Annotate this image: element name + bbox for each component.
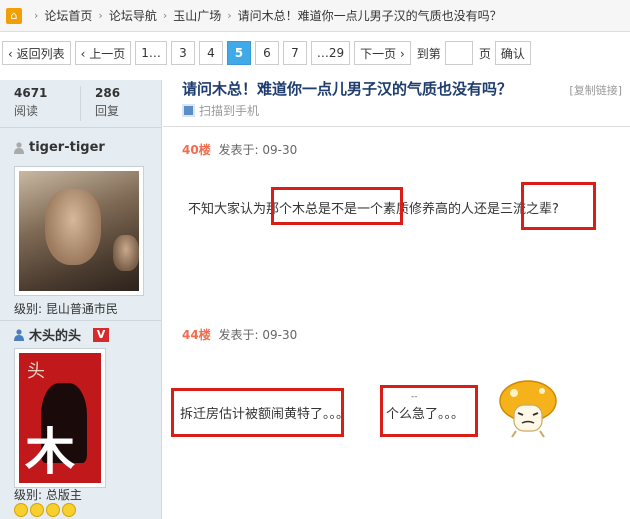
- avatar[interactable]: [14, 166, 144, 296]
- highlight-box: [171, 388, 344, 437]
- post-meta: 44楼 发表于: 09-30: [182, 326, 297, 343]
- view-count: 4671 阅读: [14, 86, 48, 118]
- divider: [163, 126, 630, 127]
- post-time: 发表于: 09-30: [218, 328, 298, 342]
- goto-page-input[interactable]: [444, 41, 473, 65]
- smiley-icon: [30, 503, 44, 517]
- current-page[interactable]: 5: [226, 41, 251, 65]
- user-level: 级别: 总版主: [14, 488, 82, 502]
- author-name[interactable]: 木头的头: [29, 325, 81, 344]
- post-author: 木头的头 V: [14, 325, 110, 344]
- page-link[interactable]: 1…: [135, 41, 167, 65]
- scan-to-phone[interactable]: 扫描到手机: [182, 102, 259, 119]
- post-meta: 40楼 发表于: 09-30: [182, 141, 297, 158]
- smiley-icon: [62, 503, 76, 517]
- page-link[interactable]: 6: [254, 41, 279, 65]
- next-page-button[interactable]: 下一页 ›: [354, 41, 411, 65]
- chevron-right-icon: ›: [227, 9, 232, 22]
- highlight-box: [521, 182, 596, 230]
- floor-number: 40楼: [182, 143, 211, 157]
- pagination: ‹ 返回列表 ‹ 上一页 1… 3 4 5 6 7 …29 下一页 › 到第 页…: [0, 40, 535, 66]
- breadcrumb-current-thread: 请问木总！难道你一点儿男子汉的气质也没有吗？: [237, 9, 502, 23]
- post-time: 发表于: 09-30: [218, 143, 298, 157]
- breadcrumb-forum-nav[interactable]: 论坛导航: [109, 7, 157, 24]
- thread-stats: 4671 阅读 286 回复: [0, 80, 162, 128]
- home-icon[interactable]: ⌂: [6, 7, 22, 24]
- page-link[interactable]: 3: [170, 41, 195, 65]
- thread-title: 请问木总！难道你一点儿男子汉的气质也没有吗？: [182, 80, 513, 98]
- goto-suffix-label: 页: [478, 46, 491, 61]
- copy-link-button[interactable]: [复制链接]: [569, 82, 622, 98]
- page-link[interactable]: 4: [198, 41, 223, 65]
- goto-label: 到第: [416, 46, 441, 61]
- page-link[interactable]: 7: [282, 41, 307, 65]
- chevron-right-icon: ›: [162, 9, 168, 22]
- breadcrumb-yushan-plaza[interactable]: 玉山广场: [173, 7, 221, 24]
- floor-number: 44楼: [182, 328, 211, 342]
- user-icon: [14, 141, 24, 154]
- highlight-box: [380, 385, 478, 437]
- author-name[interactable]: tiger-tiger: [29, 140, 105, 155]
- highlight-box: [271, 187, 403, 225]
- chevron-right-icon: ›: [34, 9, 39, 22]
- smiley-icon: [14, 503, 28, 517]
- back-to-list-button[interactable]: ‹ 返回列表: [2, 41, 71, 65]
- user-icon: [14, 328, 24, 341]
- verified-badge: V: [93, 327, 110, 342]
- prev-page-button[interactable]: ‹ 上一页: [74, 41, 132, 65]
- breadcrumb-forum-home[interactable]: 论坛首页: [44, 7, 92, 24]
- breadcrumb: ⌂ › 论坛首页 › 论坛导航 › 玉山广场 › 请问木总！难道你一点儿男子汉的…: [0, 0, 630, 32]
- avatar[interactable]: 头 木: [14, 348, 106, 488]
- chevron-right-icon: ›: [98, 9, 103, 22]
- reply-count: 286 回复: [95, 86, 121, 118]
- page-link[interactable]: …29: [310, 41, 351, 65]
- level-stars: [14, 503, 78, 517]
- confirm-button[interactable]: 确认: [494, 41, 531, 65]
- post-author: tiger-tiger: [14, 140, 105, 155]
- smiley-icon: [46, 503, 60, 517]
- mushroom-emoticon-icon: [498, 377, 558, 439]
- qr-code-icon: [182, 104, 195, 117]
- user-level: 级别: 昆山普通市民: [14, 302, 118, 316]
- divider: [0, 320, 162, 321]
